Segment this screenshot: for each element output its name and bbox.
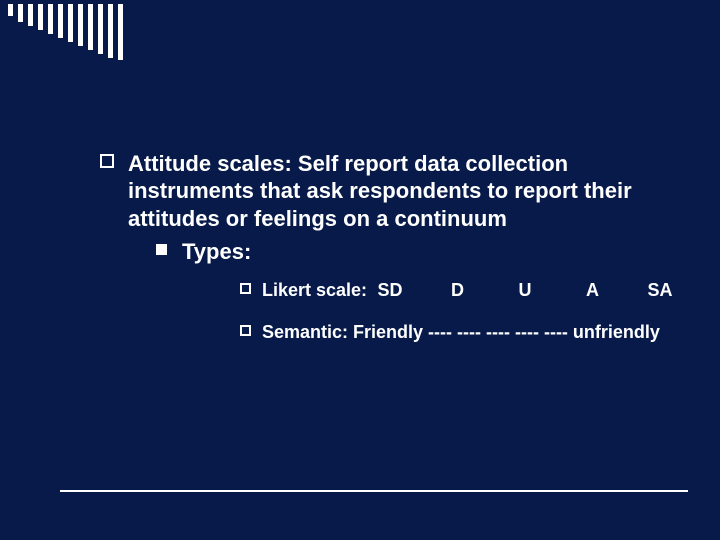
- types-label: Types:: [182, 239, 251, 264]
- bullet-text: Attitude scales: Self report data collec…: [128, 151, 632, 231]
- content-block: Attitude scales: Self report data collec…: [100, 150, 675, 344]
- likert-opt-d: D: [443, 279, 473, 301]
- likert-opt-sa: SA: [645, 279, 675, 301]
- bullet-types: Types: Likert scale: SD D U A SA Semanti…: [156, 238, 675, 344]
- likert-opt-a: A: [578, 279, 608, 301]
- divider-line: [60, 490, 688, 492]
- semantic-text: Semantic: Friendly ---- ---- ---- ---- -…: [262, 322, 660, 342]
- likert-opt-sd: SD: [375, 279, 405, 301]
- bullet-semantic: Semantic: Friendly ---- ---- ---- ---- -…: [240, 321, 675, 343]
- likert-opt-u: U: [510, 279, 540, 301]
- likert-label: Likert scale:: [262, 279, 367, 301]
- bullet-likert: Likert scale: SD D U A SA: [240, 279, 675, 301]
- decorative-bars-icon: [8, 4, 123, 60]
- likert-options: SD D U A SA: [367, 279, 675, 301]
- bullet-attitude-scales: Attitude scales: Self report data collec…: [100, 150, 675, 344]
- slide: Attitude scales: Self report data collec…: [0, 0, 720, 540]
